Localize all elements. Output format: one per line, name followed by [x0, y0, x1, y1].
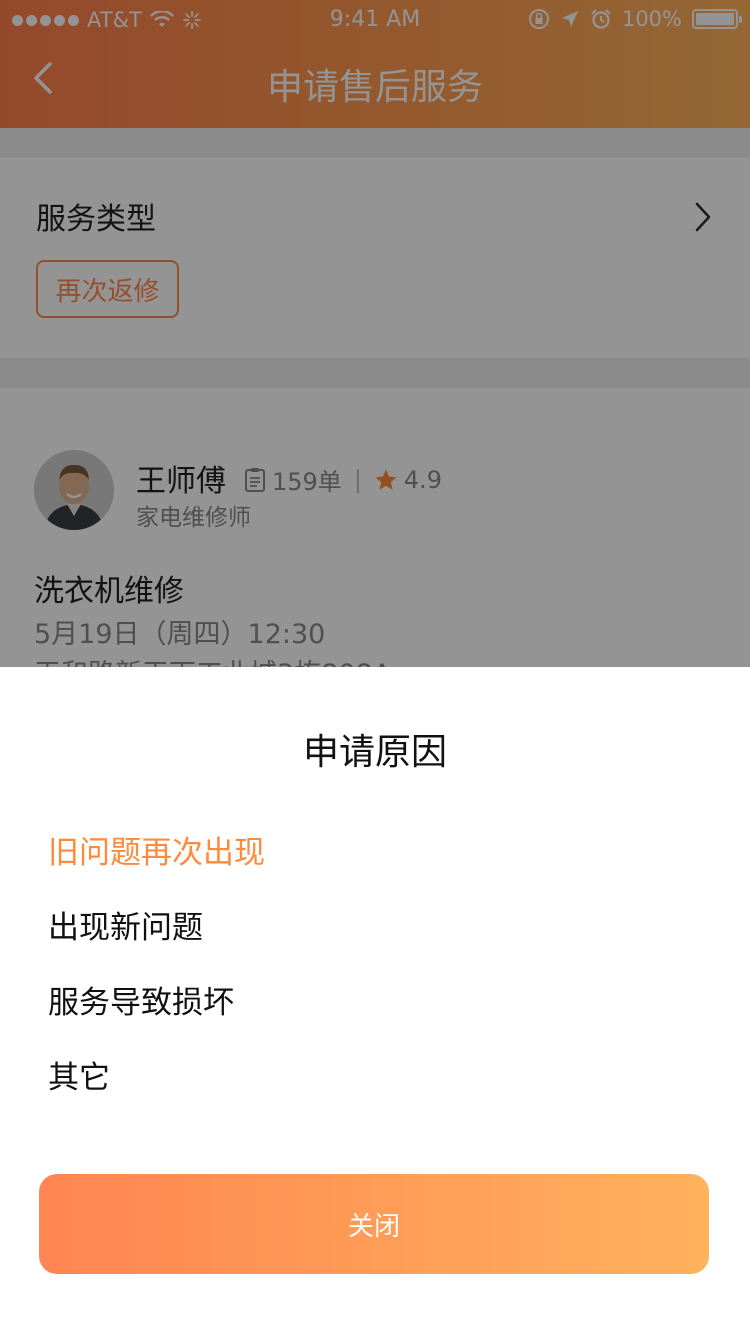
reason-sheet: 申请原因 旧问题再次出现 出现新问题 服务导致损坏 其它 关闭	[0, 667, 750, 1334]
sheet-title: 申请原因	[302, 732, 447, 773]
reason-option-old-issue[interactable]: 旧问题再次出现	[48, 827, 265, 872]
close-button[interactable]: 关闭	[39, 1174, 709, 1274]
reason-option-new-issue[interactable]: 出现新问题	[48, 902, 203, 947]
reason-option-damage[interactable]: 服务导致损坏	[48, 977, 234, 1022]
reason-option-other[interactable]: 其它	[48, 1052, 110, 1097]
